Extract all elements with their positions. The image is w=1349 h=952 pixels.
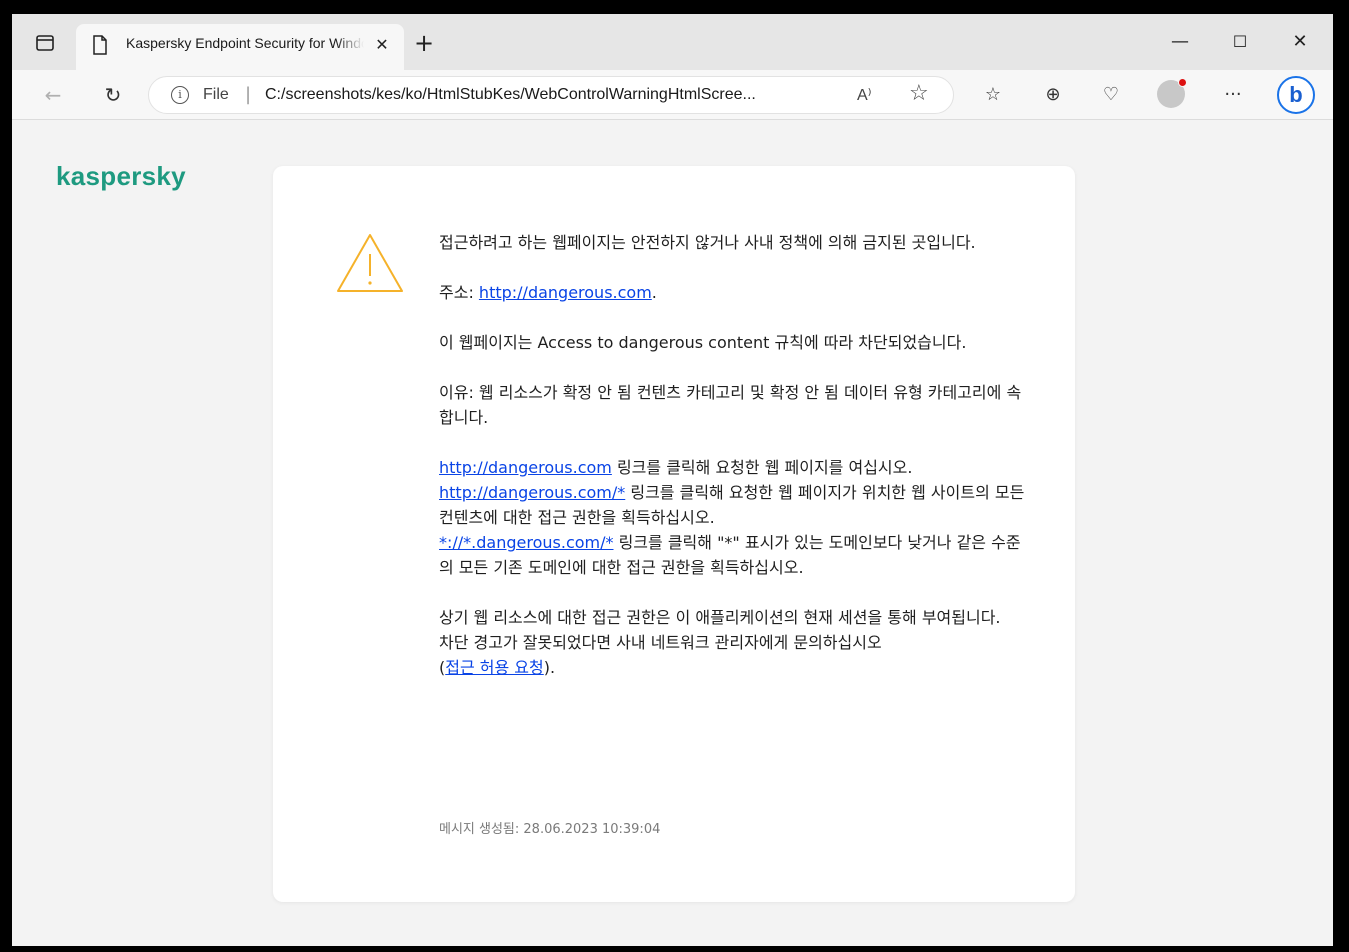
url-text[interactable]: C:/screenshots/kes/ko/HtmlStubKes/WebCon…: [265, 86, 845, 104]
warning-card: 접근하려고 하는 웹페이지는 안전하지 않거나 사내 정책에 의해 금지된 곳입…: [273, 166, 1075, 902]
info-icon[interactable]: i: [171, 86, 189, 104]
new-tab-button[interactable]: +: [410, 30, 438, 58]
tab-title: Kaspersky Endpoint Security for Windows: [126, 35, 364, 51]
request-access-link[interactable]: 접근 허용 요청: [445, 658, 544, 677]
warning-icon: [337, 234, 403, 292]
tab-kaspersky[interactable]: Kaspersky Endpoint Security for Windows …: [76, 24, 404, 70]
profile-avatar[interactable]: [1157, 78, 1187, 108]
warning-message: 접근하려고 하는 웹페이지는 안전하지 않거나 사내 정책에 의해 금지된 곳입…: [439, 230, 1029, 705]
site-access-link[interactable]: http://dangerous.com/*: [439, 483, 625, 502]
collections-icon[interactable]: ⊕: [1038, 80, 1068, 110]
tab-actions-icon[interactable]: [34, 32, 56, 54]
page-icon: [92, 35, 108, 59]
address-bar[interactable]: i File | C:/screenshots/kes/ko/HtmlStubK…: [148, 76, 954, 114]
address-link[interactable]: http://dangerous.com: [479, 283, 652, 302]
close-window-button[interactable]: ✕: [1280, 28, 1320, 56]
bing-copilot-icon[interactable]: b: [1277, 76, 1315, 114]
back-arrow-icon[interactable]: ←: [38, 80, 68, 110]
blocked-rule-text: 이 웹페이지는 Access to dangerous content 규칙에 …: [439, 333, 967, 352]
refresh-icon[interactable]: ↻: [98, 80, 128, 110]
minimize-button[interactable]: —: [1160, 28, 1200, 56]
url-separator: |: [245, 84, 252, 105]
kaspersky-logo: kaspersky: [56, 161, 186, 191]
intro-text: 접근하려고 하는 웹페이지는 안전하지 않거나 사내 정책에 의해 금지된 곳입…: [439, 233, 976, 252]
browser-window: Kaspersky Endpoint Security for Windows …: [12, 14, 1333, 946]
address-suffix: .: [651, 283, 657, 302]
read-aloud-icon[interactable]: A⁾: [857, 85, 872, 105]
session-contact-block: 상기 웹 리소스에 대한 접근 권한은 이 애플리케이션의 현재 세션을 통해 …: [439, 605, 1029, 680]
generated-timestamp: 메시지 생성됨: 28.06.2023 10:39:04: [439, 822, 661, 837]
contact-note: 차단 경고가 잘못되었다면 사내 네트워크 관리자에게 문의하십시오: [439, 633, 882, 652]
request-suffix: ).: [543, 658, 556, 677]
favorites-icon[interactable]: ☆: [978, 80, 1008, 110]
url-scheme: File: [203, 86, 229, 103]
open-page-text: 링크를 클릭해 요청한 웹 페이지를 여십시오.: [611, 458, 913, 477]
address-line: 주소: http://dangerous.com.: [439, 280, 1029, 305]
address-label: 주소:: [439, 283, 479, 302]
browser-toolbar: ← ↻ i File | C:/screenshots/kes/ko/HtmlS…: [12, 70, 1333, 120]
reason-text: 이유: 웹 리소스가 확정 안 됨 컨텐츠 카테고리 및 확정 안 됨 데이터 …: [439, 383, 1022, 427]
access-links: http://dangerous.com 링크를 클릭해 요청한 웹 페이지를 …: [439, 455, 1029, 580]
more-options-icon[interactable]: ···: [1218, 80, 1248, 110]
open-page-link[interactable]: http://dangerous.com: [439, 458, 612, 477]
favorite-star-icon[interactable]: ☆: [909, 81, 929, 106]
session-note: 상기 웹 리소스에 대한 접근 권한은 이 애플리케이션의 현재 세션을 통해 …: [439, 608, 1001, 627]
browser-essentials-icon[interactable]: ♡: [1096, 80, 1126, 110]
notification-dot: [1178, 78, 1187, 87]
page-content: kaspersky 접근하려고 하는 웹페이지는 안전하지 않거나 사내 정책에…: [12, 121, 1333, 946]
domain-access-link[interactable]: *://*.dangerous.com/*: [439, 533, 614, 552]
tab-strip: Kaspersky Endpoint Security for Windows …: [12, 14, 1333, 74]
maximize-button[interactable]: ☐: [1220, 28, 1260, 56]
tab-close-icon[interactable]: ✕: [372, 35, 392, 55]
